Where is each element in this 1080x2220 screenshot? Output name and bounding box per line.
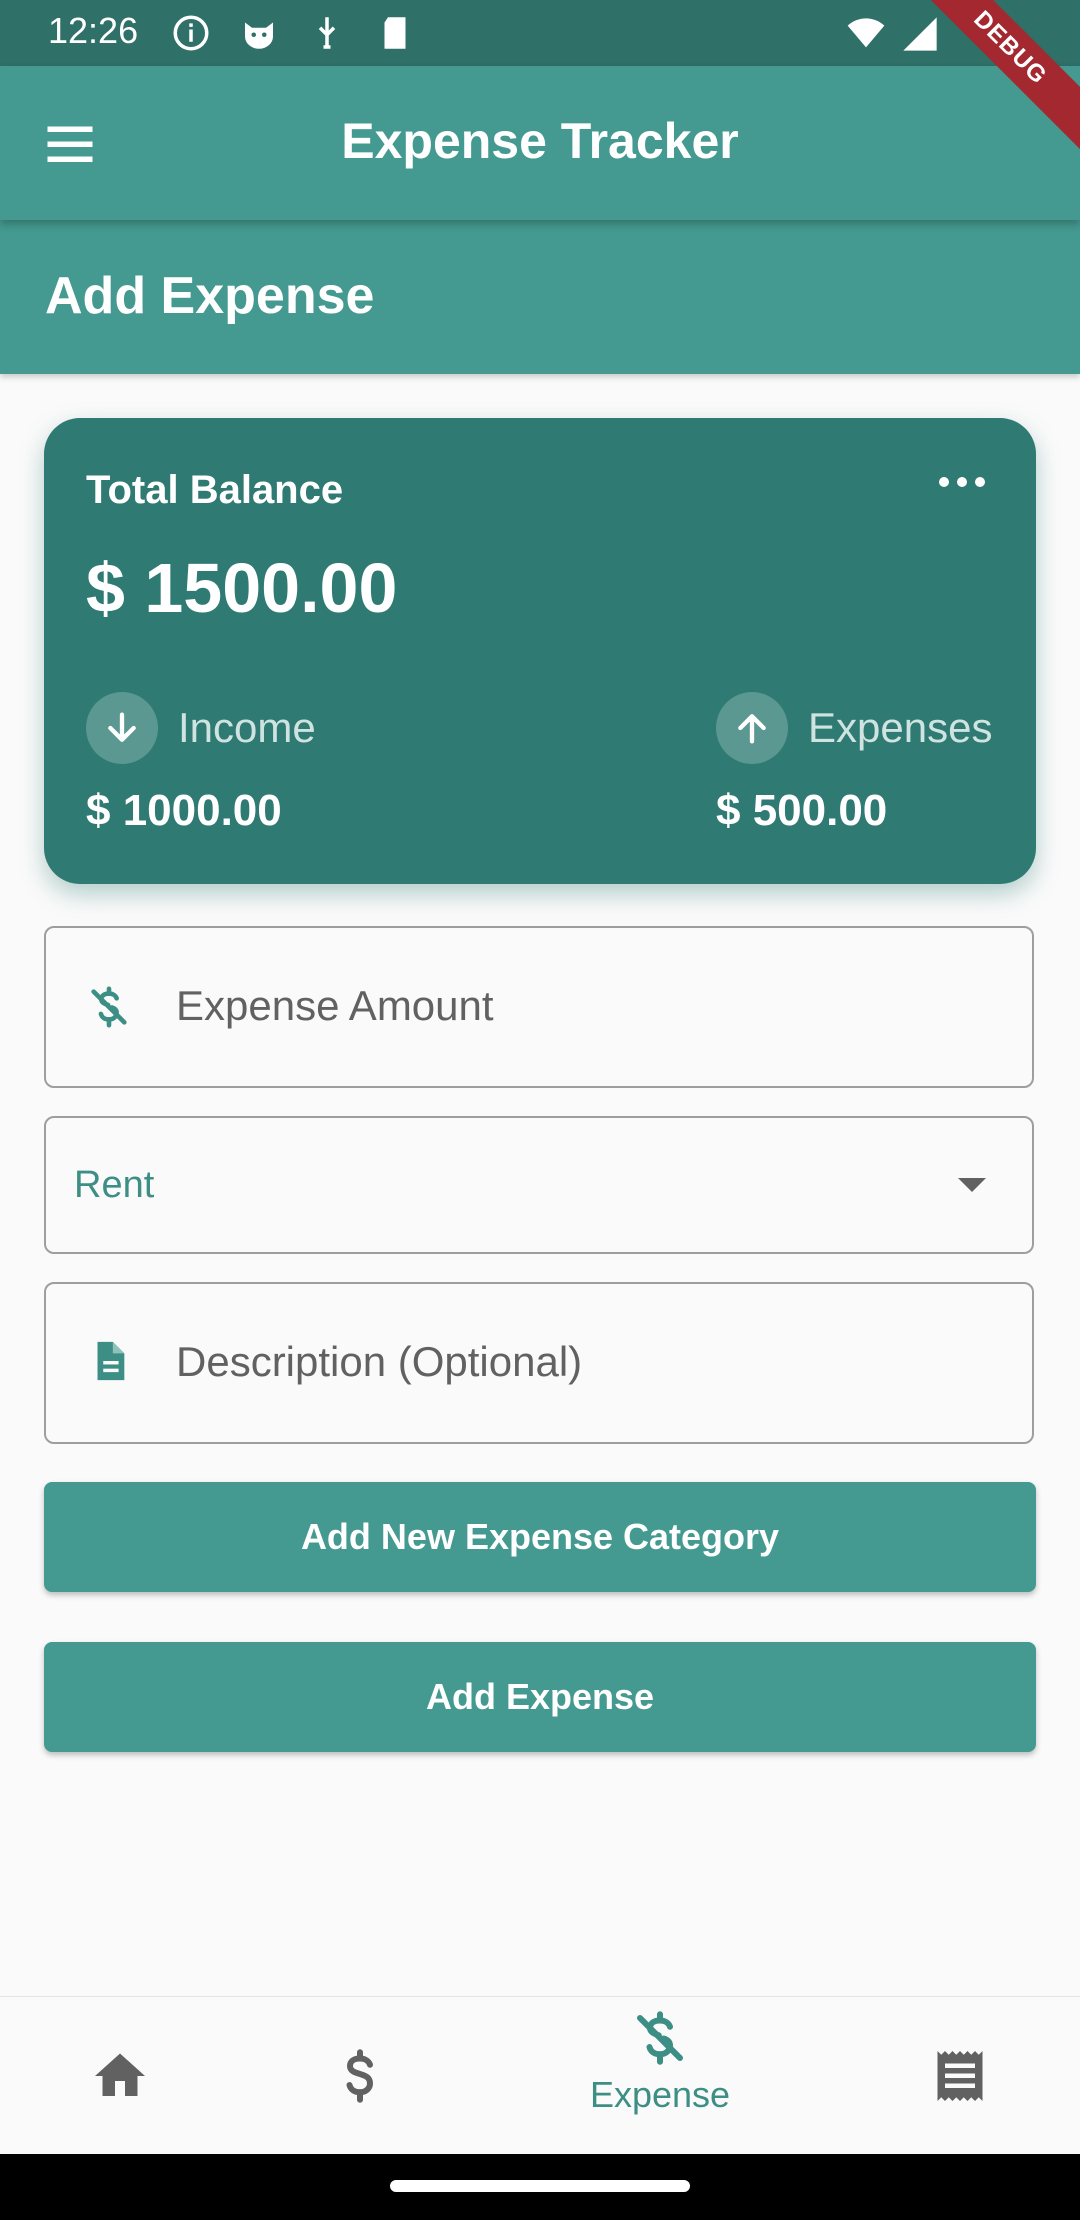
balance-card: Total Balance $ 1500.00 Income $ 1000.00… bbox=[44, 418, 1036, 884]
page-title: Add Expense bbox=[45, 267, 375, 325]
info-icon bbox=[173, 15, 209, 51]
receipt-icon bbox=[937, 2051, 983, 2101]
signal-icon bbox=[903, 17, 937, 51]
usb-icon bbox=[318, 17, 336, 49]
income-label: Income bbox=[178, 704, 316, 751]
expenses-label: Expenses bbox=[808, 704, 993, 751]
app-title: Expense Tracker bbox=[341, 113, 739, 169]
arrow-up-icon bbox=[738, 714, 766, 744]
description-placeholder: Description (Optional) bbox=[176, 1338, 583, 1385]
nav-home[interactable] bbox=[80, 1997, 160, 2155]
add-expense-button[interactable]: Add Expense bbox=[44, 1642, 1036, 1752]
dollar-icon bbox=[346, 2049, 374, 2103]
category-dropdown[interactable]: Rent bbox=[44, 1116, 1034, 1254]
nav-income[interactable] bbox=[320, 1997, 400, 2155]
nav-expense[interactable]: Expense bbox=[560, 1983, 760, 2141]
category-selected-value: Rent bbox=[74, 1164, 155, 1206]
income-value: $ 1000.00 bbox=[86, 786, 282, 835]
status-notification-icons bbox=[170, 12, 416, 54]
dropdown-arrow-icon bbox=[958, 1178, 986, 1192]
total-balance-label: Total Balance bbox=[86, 468, 344, 512]
status-time: 12:26 bbox=[48, 10, 139, 51]
total-balance-amount: $ 1500.00 bbox=[86, 549, 398, 627]
app-bar: Expense Tracker bbox=[0, 66, 1080, 220]
nav-receipts[interactable] bbox=[920, 1997, 1000, 2155]
money-off-icon bbox=[637, 2011, 683, 2065]
income-icon-circle bbox=[86, 692, 158, 764]
expenses-icon-circle bbox=[716, 692, 788, 764]
money-off-icon bbox=[91, 986, 127, 1028]
cat-icon bbox=[245, 22, 273, 49]
expenses-value: $ 500.00 bbox=[716, 786, 888, 835]
arrow-down-icon bbox=[108, 712, 136, 742]
gesture-handle[interactable] bbox=[390, 2180, 690, 2192]
description-field[interactable]: Description (Optional) bbox=[44, 1282, 1034, 1444]
status-system-icons bbox=[846, 14, 940, 54]
status-bar: 12:26 bbox=[0, 0, 1080, 66]
expense-amount-field[interactable]: Expense Amount bbox=[44, 926, 1034, 1088]
more-horizontal-icon[interactable] bbox=[936, 472, 988, 492]
expense-amount-placeholder: Expense Amount bbox=[176, 982, 494, 1029]
sd-card-icon bbox=[384, 17, 406, 49]
gesture-navigation-bar bbox=[0, 2154, 1080, 2220]
wifi-icon bbox=[847, 18, 885, 48]
add-new-expense-category-button[interactable]: Add New Expense Category bbox=[44, 1482, 1036, 1592]
description-icon bbox=[97, 1341, 125, 1381]
page-header: Add Expense bbox=[0, 220, 1080, 374]
nav-expense-label: Expense bbox=[589, 2074, 731, 2115]
bottom-nav: Expense bbox=[0, 1996, 1080, 2155]
home-icon bbox=[95, 2053, 145, 2096]
